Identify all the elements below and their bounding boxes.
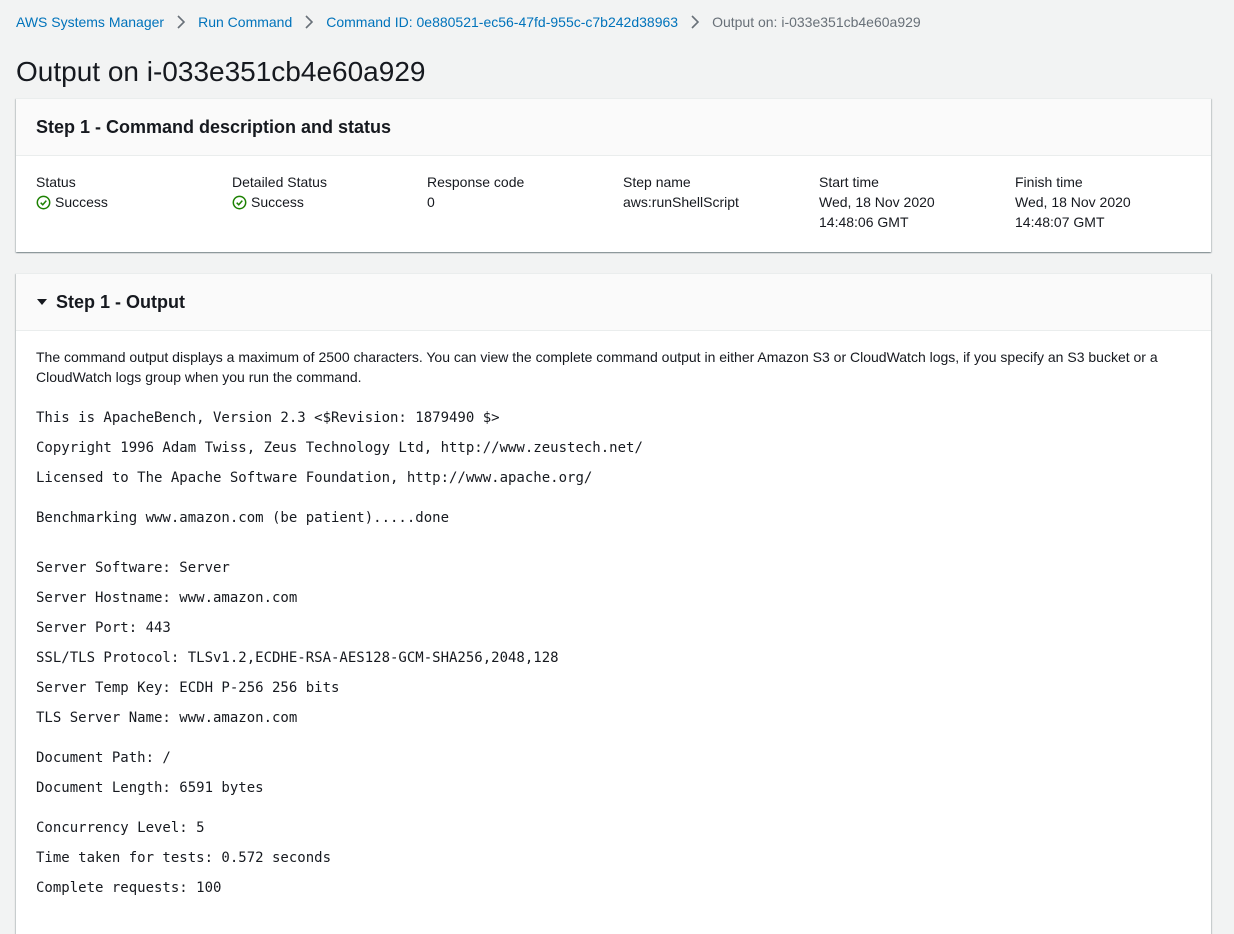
output-line: Benchmarking www.amazon.com (be patient)… <box>36 510 450 526</box>
step-name-value: aws:runShellScript <box>623 194 739 210</box>
status-grid: Status Success Detailed Status Success R… <box>16 156 1211 251</box>
output-line: Document Path: / <box>36 750 171 766</box>
panel-header[interactable]: Step 1 - Output <box>16 274 1211 331</box>
output-note-line1: The command output displays a maximum of… <box>36 349 1158 365</box>
output-line: Licensed to The Apache Software Foundati… <box>36 470 593 486</box>
output-line: Time taken for tests: 0.572 seconds <box>36 850 332 866</box>
output-line: This is ApacheBench, Version 2.3 <$Revis… <box>36 410 500 426</box>
breadcrumb-command-id[interactable]: Command ID: 0e880521-ec56-47fd-955c-c7b2… <box>326 12 678 32</box>
output-line: Complete requests: 100 <box>36 880 222 896</box>
output-line: Concurrency Level: 5 <box>36 820 205 836</box>
breadcrumb-current: Output on: i-033e351cb4e60a929 <box>712 14 921 30</box>
start-time-date: Wed, 18 Nov 2020 <box>819 194 935 210</box>
chevron-right-icon <box>691 15 700 29</box>
status-text: Success <box>55 194 108 210</box>
chevron-right-icon <box>305 15 314 29</box>
success-check-icon <box>36 195 51 209</box>
step-name-field: Step name aws:runShellScript <box>623 172 803 212</box>
status-field: Status Success <box>36 172 216 212</box>
output-line: Server Temp Key: ECDH P-256 256 bits <box>36 680 340 696</box>
response-code-field: Response code 0 <box>427 172 607 212</box>
detailed-status-value: Success <box>232 192 412 212</box>
status-value: Success <box>36 192 216 212</box>
finish-time-date: Wed, 18 Nov 2020 <box>1015 194 1131 210</box>
output-note: The command output displays a maximum of… <box>36 347 1196 387</box>
command-status-panel: Step 1 - Command description and status … <box>16 98 1211 252</box>
success-check-icon <box>232 195 247 209</box>
output-line: TLS Server Name: www.amazon.com <box>36 710 298 726</box>
output-line: Server Hostname: www.amazon.com <box>36 590 298 606</box>
start-time-field: Start time Wed, 18 Nov 2020 14:48:06 GMT <box>819 172 999 232</box>
command-output-panel: Step 1 - Output The command output displ… <box>16 273 1211 934</box>
breadcrumb-systems-manager[interactable]: AWS Systems Manager <box>16 12 164 32</box>
status-label: Status <box>36 174 76 190</box>
panel-title: Step 1 - Command description and status <box>36 117 392 137</box>
detailed-status-text: Success <box>251 194 304 210</box>
finish-time-clock: 14:48:07 GMT <box>1015 214 1105 230</box>
detailed-status-field: Detailed Status Success <box>232 172 412 212</box>
detailed-status-label: Detailed Status <box>232 174 327 190</box>
output-note-line2: CloudWatch logs group when you run the c… <box>36 369 362 385</box>
breadcrumb-run-command[interactable]: Run Command <box>198 12 292 32</box>
start-time-label: Start time <box>819 174 879 190</box>
finish-time-field: Finish time Wed, 18 Nov 2020 14:48:07 GM… <box>1015 172 1195 232</box>
panel-header: Step 1 - Command description and status <box>16 99 1211 156</box>
response-code-label: Response code <box>427 174 525 190</box>
output-body: The command output displays a maximum of… <box>16 331 1211 903</box>
caret-down-icon[interactable] <box>36 296 48 308</box>
output-line: Server Port: 443 <box>36 620 171 636</box>
output-line: Server Software: Server <box>36 560 230 576</box>
output-line: SSL/TLS Protocol: TLSv1.2,ECDHE-RSA-AES1… <box>36 650 559 666</box>
panel-title: Step 1 - Output <box>56 292 185 312</box>
chevron-right-icon <box>177 15 186 29</box>
finish-time-label: Finish time <box>1015 174 1083 190</box>
breadcrumb: AWS Systems Manager Run Command Command … <box>16 12 921 32</box>
start-time-clock: 14:48:06 GMT <box>819 214 909 230</box>
page-title: Output on i-033e351cb4e60a929 <box>16 56 426 87</box>
step-name-label: Step name <box>623 174 691 190</box>
response-code-value: 0 <box>427 194 435 210</box>
output-line: Copyright 1996 Adam Twiss, Zeus Technolo… <box>36 440 643 456</box>
output-line: Document Length: 6591 bytes <box>36 780 264 796</box>
